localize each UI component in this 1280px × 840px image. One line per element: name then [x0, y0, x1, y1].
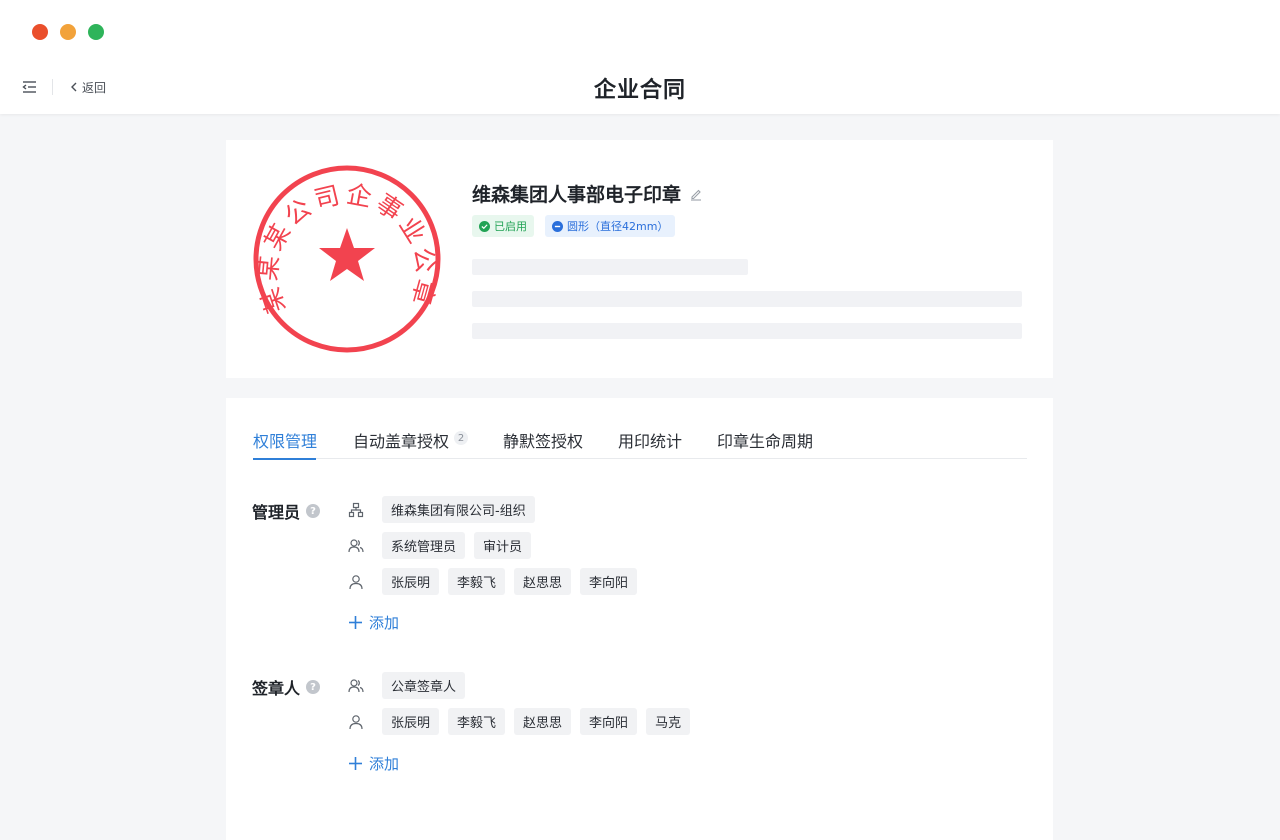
help-icon[interactable]: ?	[306, 504, 321, 518]
maximize-window-button[interactable]	[88, 24, 104, 40]
user-chip[interactable]: 李毅飞	[448, 568, 506, 595]
tab-bar: 权限管理 自动盖章授权 2 静默签授权 用印统计 印章生命周期	[253, 428, 1027, 460]
skeleton-line	[472, 259, 748, 275]
tab-label: 自动盖章授权	[353, 432, 450, 451]
tab-count-badge: 2	[454, 431, 469, 445]
add-signer-button[interactable]: 添加	[348, 753, 399, 774]
add-admin-button[interactable]: 添加	[348, 612, 399, 633]
plus-icon	[349, 757, 362, 770]
role-group-icon	[348, 678, 364, 692]
window-header: 返回 企业合同	[0, 0, 1280, 114]
seal-info-card: 某某某公司企事业公章 维森集团人事部电子印章 已启用 圆形（直径42mm）	[226, 140, 1053, 378]
user-chip[interactable]: 马克	[646, 708, 691, 735]
skeleton-line	[472, 291, 1022, 307]
user-chip[interactable]: 李向阳	[580, 708, 638, 735]
close-window-button[interactable]	[32, 24, 48, 40]
permissions-card: 权限管理 自动盖章授权 2 静默签授权 用印统计 印章生命周期 管理员 ? 维森…	[226, 398, 1053, 840]
user-chip[interactable]: 张辰明	[382, 568, 440, 595]
seal-name-text: 维森集团人事部电子印章	[472, 184, 682, 206]
role-chip[interactable]: 公章签章人	[382, 672, 466, 699]
skeleton-line	[472, 323, 1022, 339]
admins-label: 管理员	[252, 503, 301, 522]
org-chart-icon	[348, 502, 364, 517]
role-chip[interactable]: 审计员	[474, 532, 532, 559]
tab-seal-lifecycle[interactable]: 印章生命周期	[717, 428, 813, 459]
signers-section-label: 签章人 ?	[252, 675, 321, 699]
user-chip[interactable]: 李向阳	[580, 568, 638, 595]
admins-org-row: 维森集团有限公司-组织	[348, 496, 535, 523]
admins-section-label: 管理员 ?	[252, 499, 321, 523]
tab-auto-stamp-authorization[interactable]: 自动盖章授权 2	[353, 428, 469, 459]
status-badge: 已启用	[472, 215, 534, 237]
tab-label: 静默签授权	[503, 432, 584, 451]
status-badge-label: 已启用	[494, 220, 527, 233]
tab-usage-statistics[interactable]: 用印统计	[618, 428, 682, 459]
admins-users-row: 张辰明 李毅飞 赵思思 李向阳	[348, 568, 638, 595]
minimize-window-button[interactable]	[60, 24, 76, 40]
user-chip[interactable]: 李毅飞	[448, 708, 506, 735]
admins-roles-row: 系统管理员 审计员	[348, 532, 532, 559]
edit-icon[interactable]	[689, 187, 703, 201]
role-chip[interactable]: 系统管理员	[382, 532, 466, 559]
signers-roles-row: 公章签章人	[348, 672, 466, 699]
page-title: 企业合同	[593, 78, 686, 103]
window-controls	[32, 24, 104, 40]
shape-badge: 圆形（直径42mm）	[545, 215, 676, 237]
user-chip[interactable]: 张辰明	[382, 708, 440, 735]
user-icon	[349, 574, 363, 589]
signers-label: 签章人	[252, 679, 301, 698]
signers-users-row: 张辰明 李毅飞 赵思思 李向阳 马克	[348, 708, 691, 735]
user-icon	[349, 714, 363, 729]
org-chip[interactable]: 维森集团有限公司-组织	[382, 496, 535, 523]
user-chip[interactable]: 赵思思	[514, 708, 572, 735]
tab-label: 印章生命周期	[717, 432, 814, 451]
seal-image: 某某某公司企事业公章	[253, 165, 441, 353]
tab-permission-management[interactable]: 权限管理	[253, 428, 318, 460]
role-group-icon	[348, 538, 364, 552]
help-icon[interactable]: ?	[306, 680, 321, 694]
tab-silent-sign-authorization[interactable]: 静默签授权	[503, 428, 583, 459]
user-chip[interactable]: 赵思思	[514, 568, 572, 595]
add-signer-label: 添加	[369, 755, 400, 773]
check-circle-icon	[479, 220, 490, 232]
seal-badges: 已启用 圆形（直径42mm）	[472, 215, 676, 237]
shape-badge-label: 圆形（直径42mm）	[567, 220, 669, 233]
tab-label: 用印统计	[618, 432, 683, 451]
tab-label: 权限管理	[253, 432, 318, 451]
add-admin-label: 添加	[369, 614, 400, 632]
seal-name: 维森集团人事部电子印章	[472, 180, 703, 207]
plus-icon	[349, 616, 362, 629]
circle-shape-icon	[552, 220, 563, 232]
